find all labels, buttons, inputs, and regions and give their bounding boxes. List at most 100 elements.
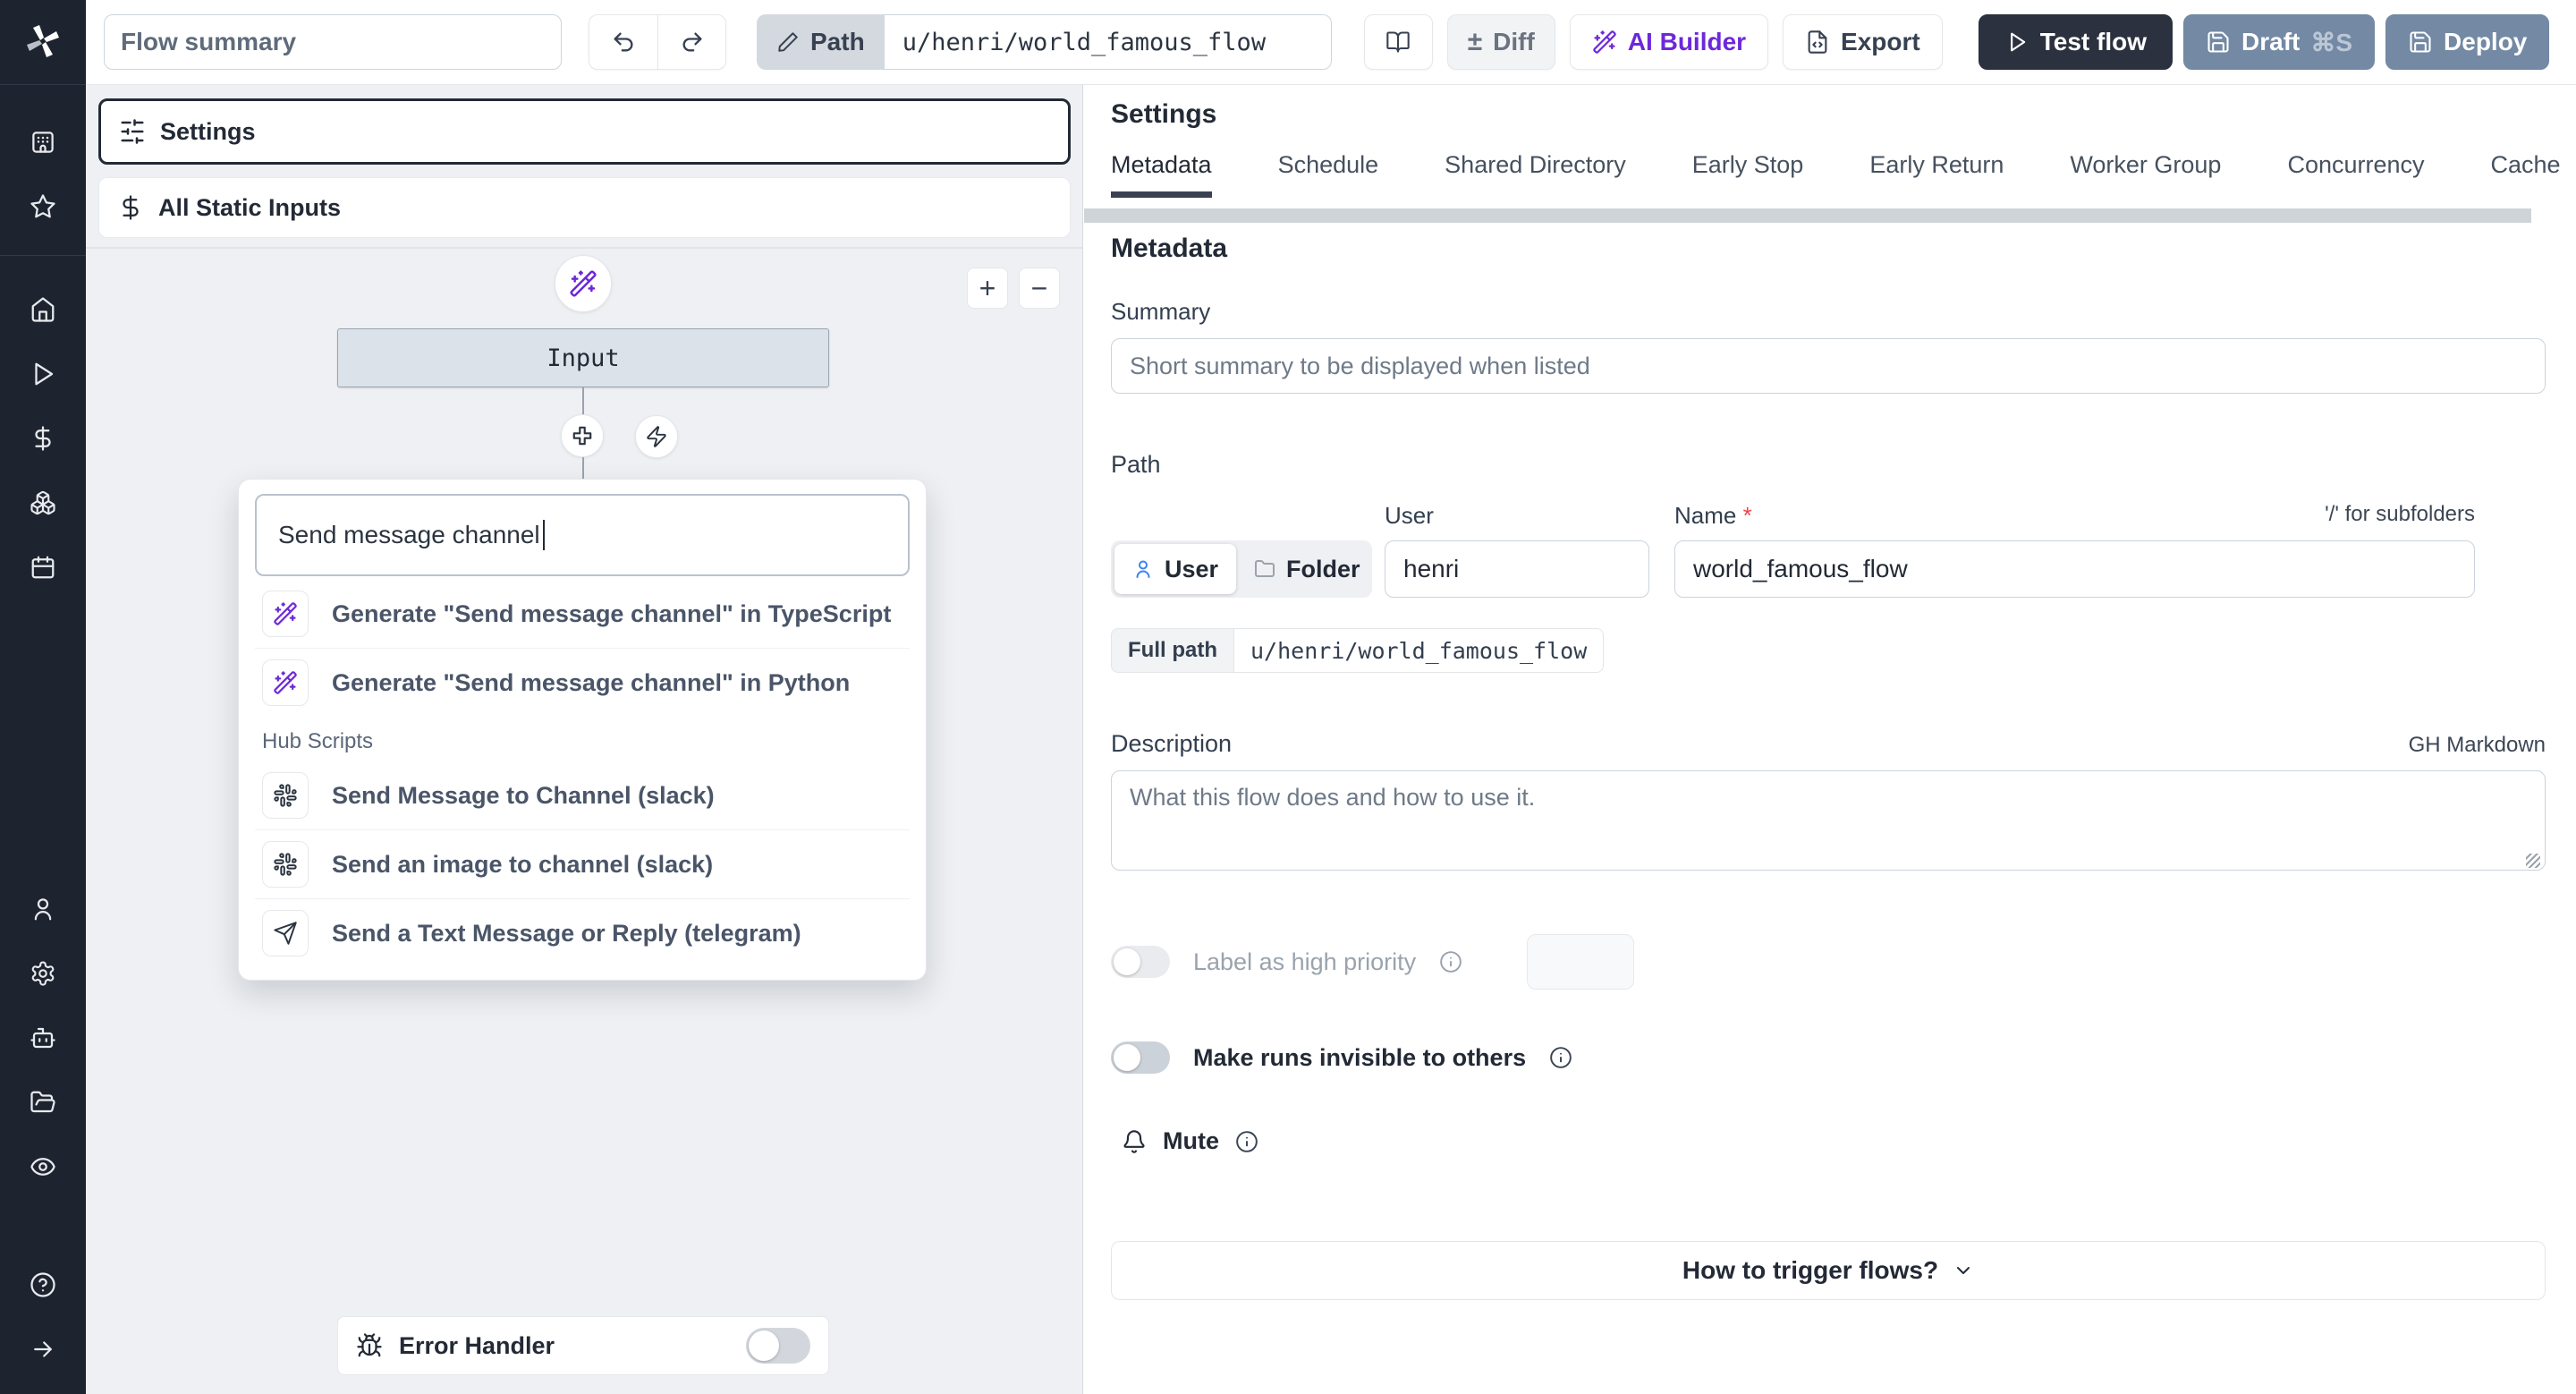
help-icon[interactable] [0,1253,86,1317]
user-icon [1136,560,1150,578]
path-label: Path [810,28,865,55]
input-node[interactable]: Input [337,328,829,387]
tab-shared-directory[interactable]: Shared Directory [1445,151,1626,198]
tab-early-stop[interactable]: Early Stop [1692,151,1804,198]
path-value-input[interactable] [884,14,1332,70]
tab-early-return[interactable]: Early Return [1869,151,2004,198]
slack-icon [262,772,309,819]
schedules-icon[interactable] [0,535,86,599]
info-icon [1549,1046,1572,1069]
undo-button[interactable] [589,14,657,70]
path-group: Path [757,14,1332,70]
hub-scripts-section-label: Hub Scripts [262,729,374,753]
text-caret [542,520,546,550]
settings-icon[interactable] [0,941,86,1006]
docs-button[interactable] [1363,14,1433,70]
redo-button[interactable] [657,14,726,70]
name-input[interactable] [1674,540,2475,598]
tab-worker-group[interactable]: Worker Group [2070,151,2221,198]
test-flow-button[interactable]: Test flow [1978,14,2173,70]
summary-input[interactable] [1111,338,2546,394]
workspace-icon[interactable] [0,110,86,174]
windmill-logo[interactable] [0,0,86,85]
flow-settings-label: Settings [160,117,256,145]
step-picker-dropdown: Send message channel Generate "Send mess… [238,479,927,981]
resize-handle[interactable] [2526,854,2540,868]
sidebar-divider [0,255,86,256]
info-icon [1439,950,1462,973]
all-static-inputs-node[interactable]: All Static Inputs [98,177,1071,238]
error-handler-label: Error Handler [399,1331,555,1359]
full-path-label: Full path [1111,628,1233,673]
step-search-input[interactable]: Send message channel [255,494,910,576]
folders-icon[interactable] [0,1070,86,1135]
save-icon [2207,31,2229,53]
high-priority-toggle[interactable] [1111,946,1170,978]
variables-icon[interactable] [0,406,86,471]
audit-logs-icon[interactable] [0,1135,86,1199]
add-step-button[interactable] [561,414,604,457]
deploy-button[interactable]: Deploy [2385,14,2550,70]
workers-icon[interactable] [0,1006,86,1070]
hub-script-item[interactable]: Send Message to Channel (slack) [255,761,910,829]
hub-script-item[interactable]: Send an image to channel (slack) [255,830,910,898]
flow-summary-input[interactable] [104,14,562,70]
zoom-in-button[interactable]: + [967,268,1008,309]
tab-metadata[interactable]: Metadata [1111,151,1212,198]
runs-icon[interactable] [0,342,86,406]
generate-python-item[interactable]: Generate "Send message channel" in Pytho… [255,649,910,717]
draft-shortcut: ⌘S [2310,28,2353,56]
error-handler-toggle[interactable] [746,1328,810,1364]
markdown-hint: GH Markdown [2408,733,2546,757]
trigger-step-button[interactable] [635,415,678,458]
zoom-out-button[interactable]: − [1019,268,1060,309]
user-input[interactable] [1385,540,1649,598]
step-search-value: Send message channel [278,521,540,548]
ai-flow-builder-button[interactable] [555,255,612,312]
wand-sparkles-icon [570,270,597,297]
tab-cache[interactable]: Cache [2491,151,2561,198]
folder-icon [1255,560,1275,577]
path-edit-button[interactable]: Path [757,14,885,70]
flow-settings-node[interactable]: Settings [98,98,1071,165]
bell-icon [1123,1129,1145,1153]
ai-builder-button[interactable]: AI Builder [1569,14,1769,70]
priority-value-input [1527,934,1635,990]
info-icon [1235,1130,1258,1153]
invisible-runs-toggle[interactable] [1111,1041,1170,1074]
draft-button[interactable]: Draft ⌘S [2183,14,2376,70]
diff-button[interactable]: ± Diff [1446,14,1555,70]
user-field-label: User [1385,502,1434,529]
error-handler-node[interactable]: Error Handler [337,1316,829,1375]
save-icon [2410,31,2431,53]
how-to-trigger-flows-button[interactable]: How to trigger flows? [1111,1241,2546,1300]
tab-schedule[interactable]: Schedule [1278,151,1379,198]
toolbar: Path ± Diff AI Builder Export Test flow [86,0,2576,85]
plus-icon [572,426,592,446]
sidebar [0,0,86,1394]
undo-redo-group [589,14,726,70]
all-static-inputs-label: All Static Inputs [158,193,342,221]
home-icon[interactable] [0,277,86,342]
tab-concurrency[interactable]: Concurrency [2287,151,2424,198]
owner-kind-toggle: User Folder [1111,540,1372,598]
dollar-icon [123,195,139,220]
book-open-icon [1386,31,1410,53]
owner-kind-user[interactable]: User [1114,544,1237,594]
tabs-scrollbar[interactable] [1084,208,2531,223]
wand-sparkles-icon [1593,30,1616,54]
description-textarea[interactable] [1111,770,2546,871]
expand-sidebar-icon[interactable] [0,1317,86,1381]
full-path-row: Full path u/henri/world_famous_flow [1111,628,1605,673]
slack-icon [262,841,309,888]
full-path-value: u/henri/world_famous_flow [1233,628,1605,673]
hub-script-item[interactable]: Send a Text Message or Reply (telegram) [255,899,910,967]
generate-typescript-item[interactable]: Generate "Send message channel" in TypeS… [255,580,910,648]
users-icon[interactable] [0,877,86,941]
resources-icon[interactable] [0,471,86,535]
owner-kind-folder[interactable]: Folder [1236,544,1378,594]
export-button[interactable]: Export [1783,14,1943,70]
favorites-icon[interactable] [0,174,86,239]
panel-divider [86,247,1082,249]
plus-minus-icon: ± [1467,27,1483,56]
